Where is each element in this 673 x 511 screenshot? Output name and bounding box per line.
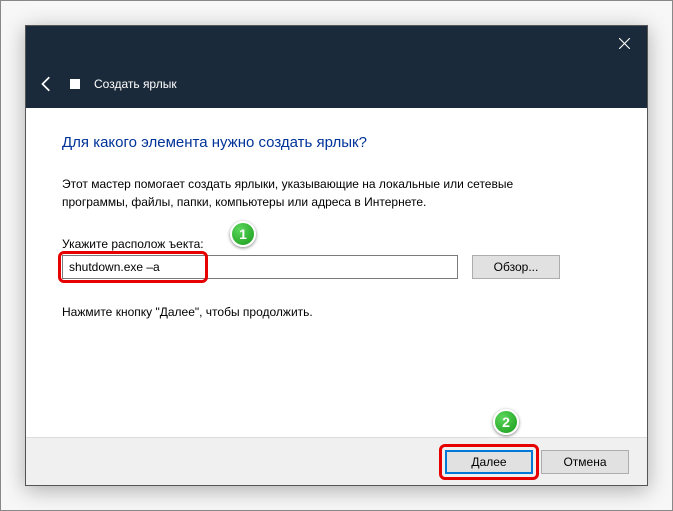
screenshot-frame: Создать ярлык Для какого элемента нужно … xyxy=(0,0,673,511)
location-label: Укажите располож ъекта: xyxy=(62,237,611,251)
shortcut-icon xyxy=(70,79,80,89)
annotation-badge-1: 1 xyxy=(230,221,256,247)
page-description: Этот мастер помогает создать ярлыки, ука… xyxy=(62,175,582,211)
wizard-header: Создать ярлык xyxy=(26,60,647,108)
browse-button[interactable]: Обзор... xyxy=(472,255,560,279)
next-wrap: Далее xyxy=(445,450,533,474)
annotation-badge-2: 2 xyxy=(493,409,519,435)
close-button[interactable] xyxy=(601,26,647,60)
back-button[interactable] xyxy=(38,75,56,93)
header-title: Создать ярлык xyxy=(94,77,177,91)
titlebar xyxy=(26,26,647,60)
page-heading: Для какого элемента нужно создать ярлык? xyxy=(62,134,611,151)
location-row: Обзор... xyxy=(62,255,611,279)
location-input[interactable] xyxy=(62,255,458,279)
cancel-button[interactable]: Отмена xyxy=(541,450,629,474)
arrow-left-icon xyxy=(38,75,56,93)
footer: Далее Отмена xyxy=(26,437,647,485)
hint-text: Нажмите кнопку "Далее", чтобы продолжить… xyxy=(62,305,611,319)
dialog-window: Создать ярлык Для какого элемента нужно … xyxy=(25,25,648,486)
content-area: Для какого элемента нужно создать ярлык?… xyxy=(26,108,647,437)
close-icon xyxy=(619,38,630,49)
next-button[interactable]: Далее xyxy=(445,450,533,474)
